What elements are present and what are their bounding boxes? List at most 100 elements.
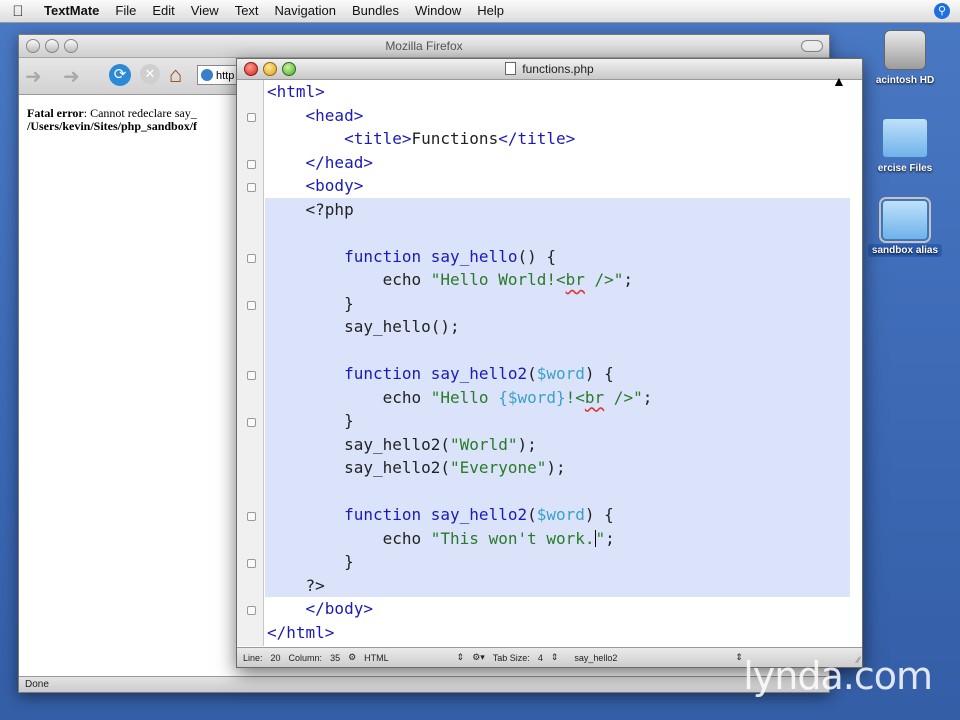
code-line[interactable]: </body> <box>267 597 850 621</box>
minimize-button[interactable] <box>45 39 59 53</box>
php-file-icon <box>505 62 517 75</box>
fold-marker-icon[interactable] <box>247 371 256 380</box>
error-message: : Cannot redeclare say_ <box>83 106 197 120</box>
error-path: /Users/kevin/Sites/php_sandbox/f <box>27 119 198 133</box>
folder-alias-icon <box>879 197 931 243</box>
code-line[interactable]: <title>Functions</title> <box>267 127 850 151</box>
language-popup-arrows-icon[interactable]: ⇕ <box>457 652 465 663</box>
code-line[interactable]: function say_hello() { <box>265 244 850 268</box>
menu-file[interactable]: File <box>107 0 144 22</box>
globe-icon <box>201 69 213 81</box>
language-selector[interactable]: HTML <box>364 653 389 663</box>
code-editor[interactable]: <html> <head> <title>Functions</title> <… <box>265 80 850 645</box>
document-title: functions.php <box>522 62 594 76</box>
symbol-selector[interactable]: say_hello2 <box>574 653 617 663</box>
menu-navigation[interactable]: Navigation <box>267 0 344 22</box>
apple-menu-icon[interactable]:  <box>0 3 36 20</box>
fold-marker-icon[interactable] <box>247 253 256 263</box>
menu-window[interactable]: Window <box>407 0 469 22</box>
code-line[interactable]: echo "Hello World!<br />"; <box>265 268 850 292</box>
status-text: Done <box>25 679 49 690</box>
close-button[interactable] <box>26 39 40 53</box>
error-label: Fatal error <box>27 106 84 120</box>
close-button[interactable] <box>244 62 258 76</box>
url-text: http <box>216 70 235 82</box>
stop-icon[interactable]: ✕ <box>140 64 160 84</box>
editor-gutter[interactable] <box>237 80 264 646</box>
menu-view[interactable]: View <box>183 0 227 22</box>
fold-marker-icon[interactable] <box>247 418 256 427</box>
code-line[interactable]: say_hello(); <box>265 315 850 339</box>
code-line[interactable]: <html> <box>267 80 850 104</box>
textmate-window: functions.php <html> <head> <title>Funct… <box>236 58 863 668</box>
fold-marker-icon[interactable] <box>247 159 256 169</box>
fold-marker-icon[interactable] <box>247 183 256 192</box>
textmate-titlebar[interactable]: functions.php <box>237 59 862 80</box>
firefox-titlebar[interactable]: Mozilla Firefox <box>19 35 829 58</box>
menu-bundles[interactable]: Bundles <box>344 0 407 22</box>
fold-marker-icon[interactable] <box>247 112 256 122</box>
desktop-icon-hard-drive[interactable]: acintosh HD <box>850 30 960 87</box>
code-line[interactable]: say_hello2("World"); <box>265 432 850 456</box>
window-controls <box>244 62 296 76</box>
home-icon[interactable]: ⌂ <box>169 62 182 88</box>
desktop-icon-sandbox-alias[interactable]: sandbox alias <box>850 197 960 257</box>
firefox-window-title: Mozilla Firefox <box>385 39 463 53</box>
desktop-icon-exercise-files[interactable]: ercise Files <box>850 118 960 175</box>
symbol-popup-arrows-icon[interactable]: ⇕ <box>735 652 743 663</box>
firefox-status-bar: Done <box>19 676 829 692</box>
toolbar-toggle-button[interactable] <box>801 40 823 52</box>
reload-icon[interactable]: ⟳ <box>109 64 131 86</box>
fold-marker-icon[interactable] <box>247 512 256 521</box>
code-line[interactable]: function say_hello2($word) { <box>265 362 850 386</box>
column-number: 35 <box>330 652 341 663</box>
code-line[interactable]: say_hello2("Everyone"); <box>265 456 850 480</box>
zoom-button[interactable] <box>282 62 296 76</box>
code-line[interactable] <box>265 338 850 362</box>
tab-size-arrows-icon[interactable]: ⇕ <box>551 652 559 663</box>
window-controls <box>26 39 78 53</box>
code-line[interactable]: } <box>265 409 850 433</box>
code-line[interactable] <box>265 479 850 503</box>
back-arrow-icon[interactable]: ➜ <box>25 64 42 89</box>
code-line[interactable] <box>265 221 850 245</box>
column-label: Column: <box>288 652 323 663</box>
fold-marker-icon[interactable] <box>247 300 256 310</box>
desktop-icon-label: sandbox alias <box>867 244 943 257</box>
fold-marker-icon[interactable] <box>247 606 256 615</box>
lynda-watermark: lynda.com <box>743 654 933 698</box>
folder-icon <box>882 118 928 158</box>
desktop-icon-label: acintosh HD <box>875 75 935 86</box>
code-line[interactable]: ?> <box>265 573 850 597</box>
menu-app-name[interactable]: TextMate <box>36 0 107 22</box>
tab-size-label: Tab Size: <box>492 652 530 663</box>
page-content: Fatal error: Cannot redeclare say_ /User… <box>27 107 197 133</box>
spotlight-search-icon[interactable]: ⚲ <box>934 3 950 19</box>
code-line[interactable]: </html> <box>267 621 850 645</box>
tab-size-value[interactable]: 4 <box>538 653 543 663</box>
code-line[interactable]: echo "Hello {$word}!<br />"; <box>265 385 850 409</box>
forward-arrow-icon[interactable]: ➜ <box>63 64 80 89</box>
desktop-icon-label: ercise Files <box>877 163 933 174</box>
mouse-pointer-icon: ▲ <box>832 73 846 89</box>
code-line[interactable]: <head> <box>267 104 850 128</box>
code-line[interactable]: function say_hello2($word) { <box>265 503 850 527</box>
code-line[interactable]: echo "This won't work."; <box>265 526 850 550</box>
hard-drive-icon <box>884 30 926 70</box>
line-label: Line: <box>243 652 263 663</box>
code-line[interactable]: } <box>265 291 850 315</box>
fold-marker-icon[interactable] <box>247 559 256 568</box>
zoom-button[interactable] <box>64 39 78 53</box>
minimize-button[interactable] <box>263 62 277 76</box>
menu-help[interactable]: Help <box>469 0 512 22</box>
code-line[interactable]: <body> <box>267 174 850 198</box>
code-line[interactable]: } <box>265 550 850 574</box>
line-number: 20 <box>270 652 281 663</box>
menu-edit[interactable]: Edit <box>144 0 182 22</box>
code-line[interactable]: </head> <box>267 151 850 175</box>
menubar:  TextMate File Edit View Text Navigatio… <box>0 0 960 23</box>
language-gear-icon: ⚙ <box>348 652 357 662</box>
menu-text[interactable]: Text <box>227 0 267 22</box>
code-line[interactable]: <?php <box>265 197 850 221</box>
bundle-gear-icon[interactable]: ⚙▾ <box>472 652 485 663</box>
